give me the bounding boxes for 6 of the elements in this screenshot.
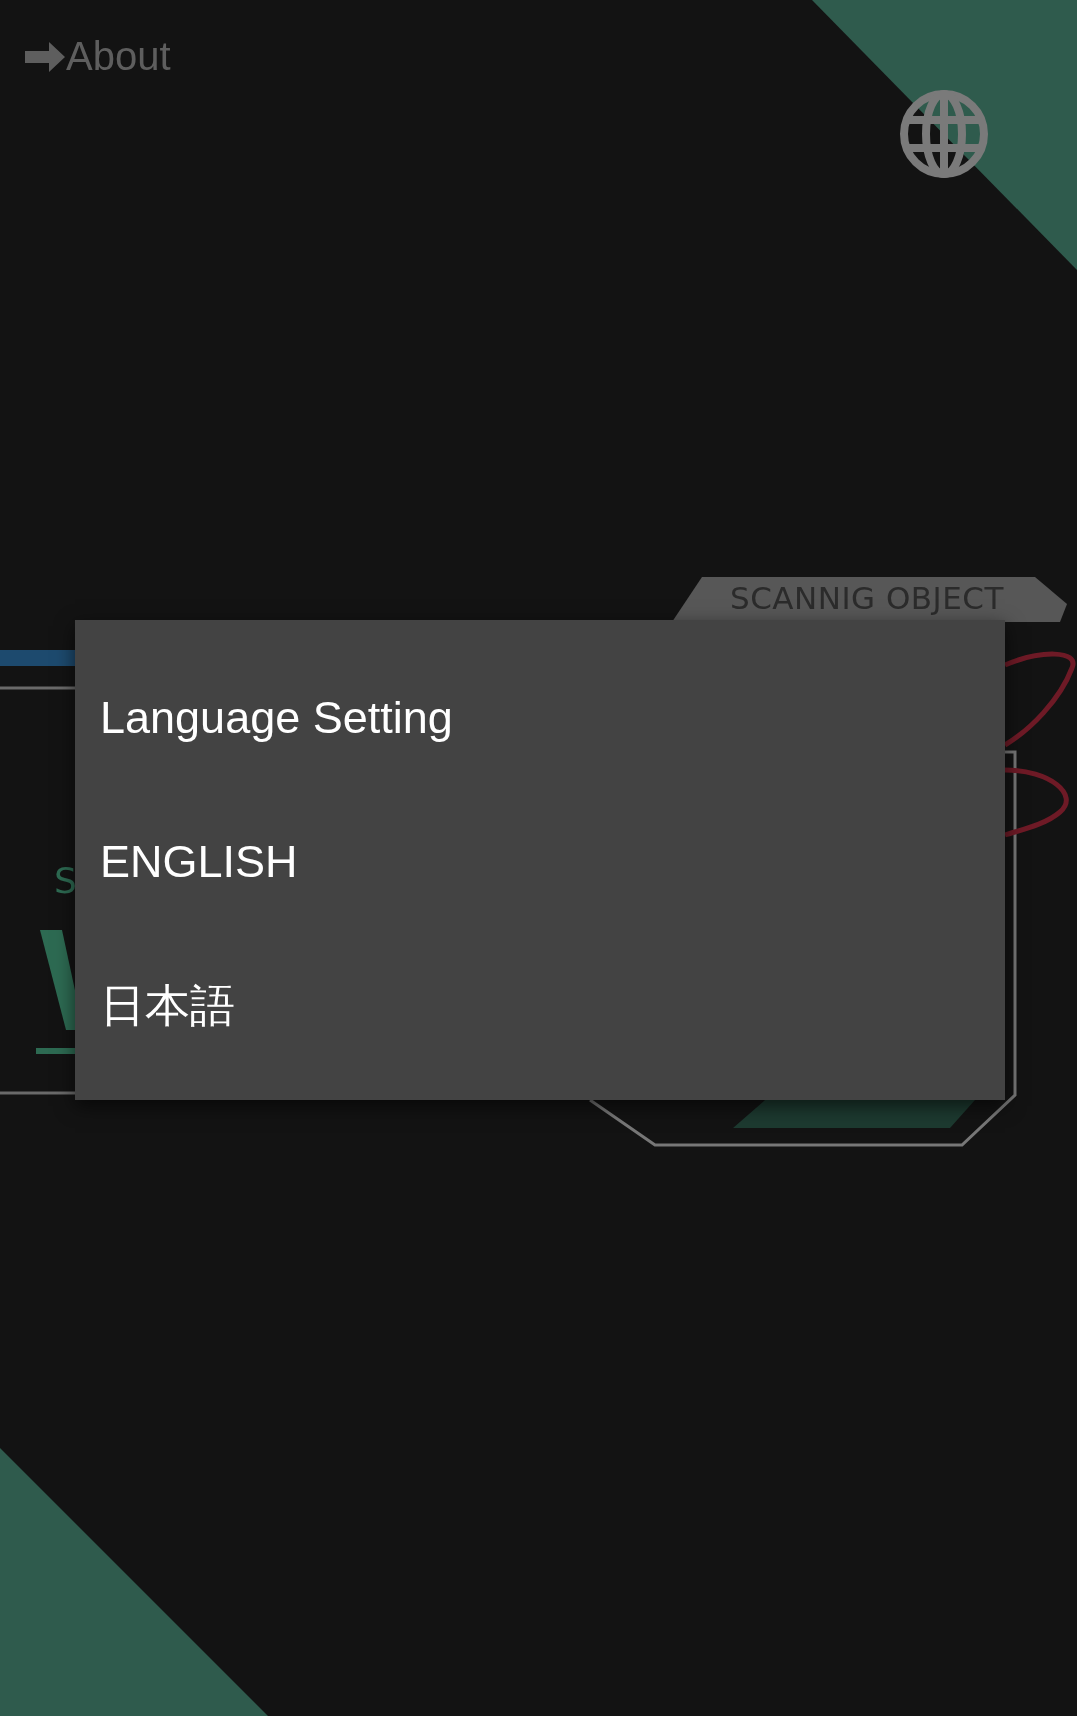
language-option[interactable]: 日本語 bbox=[100, 976, 235, 1036]
language-option[interactable]: ENGLISH bbox=[100, 836, 298, 888]
dialog-title: Language Setting bbox=[100, 692, 453, 744]
caption-text: S bbox=[54, 860, 77, 901]
globe-icon[interactable] bbox=[898, 88, 990, 180]
arrow-icon bbox=[25, 41, 65, 72]
